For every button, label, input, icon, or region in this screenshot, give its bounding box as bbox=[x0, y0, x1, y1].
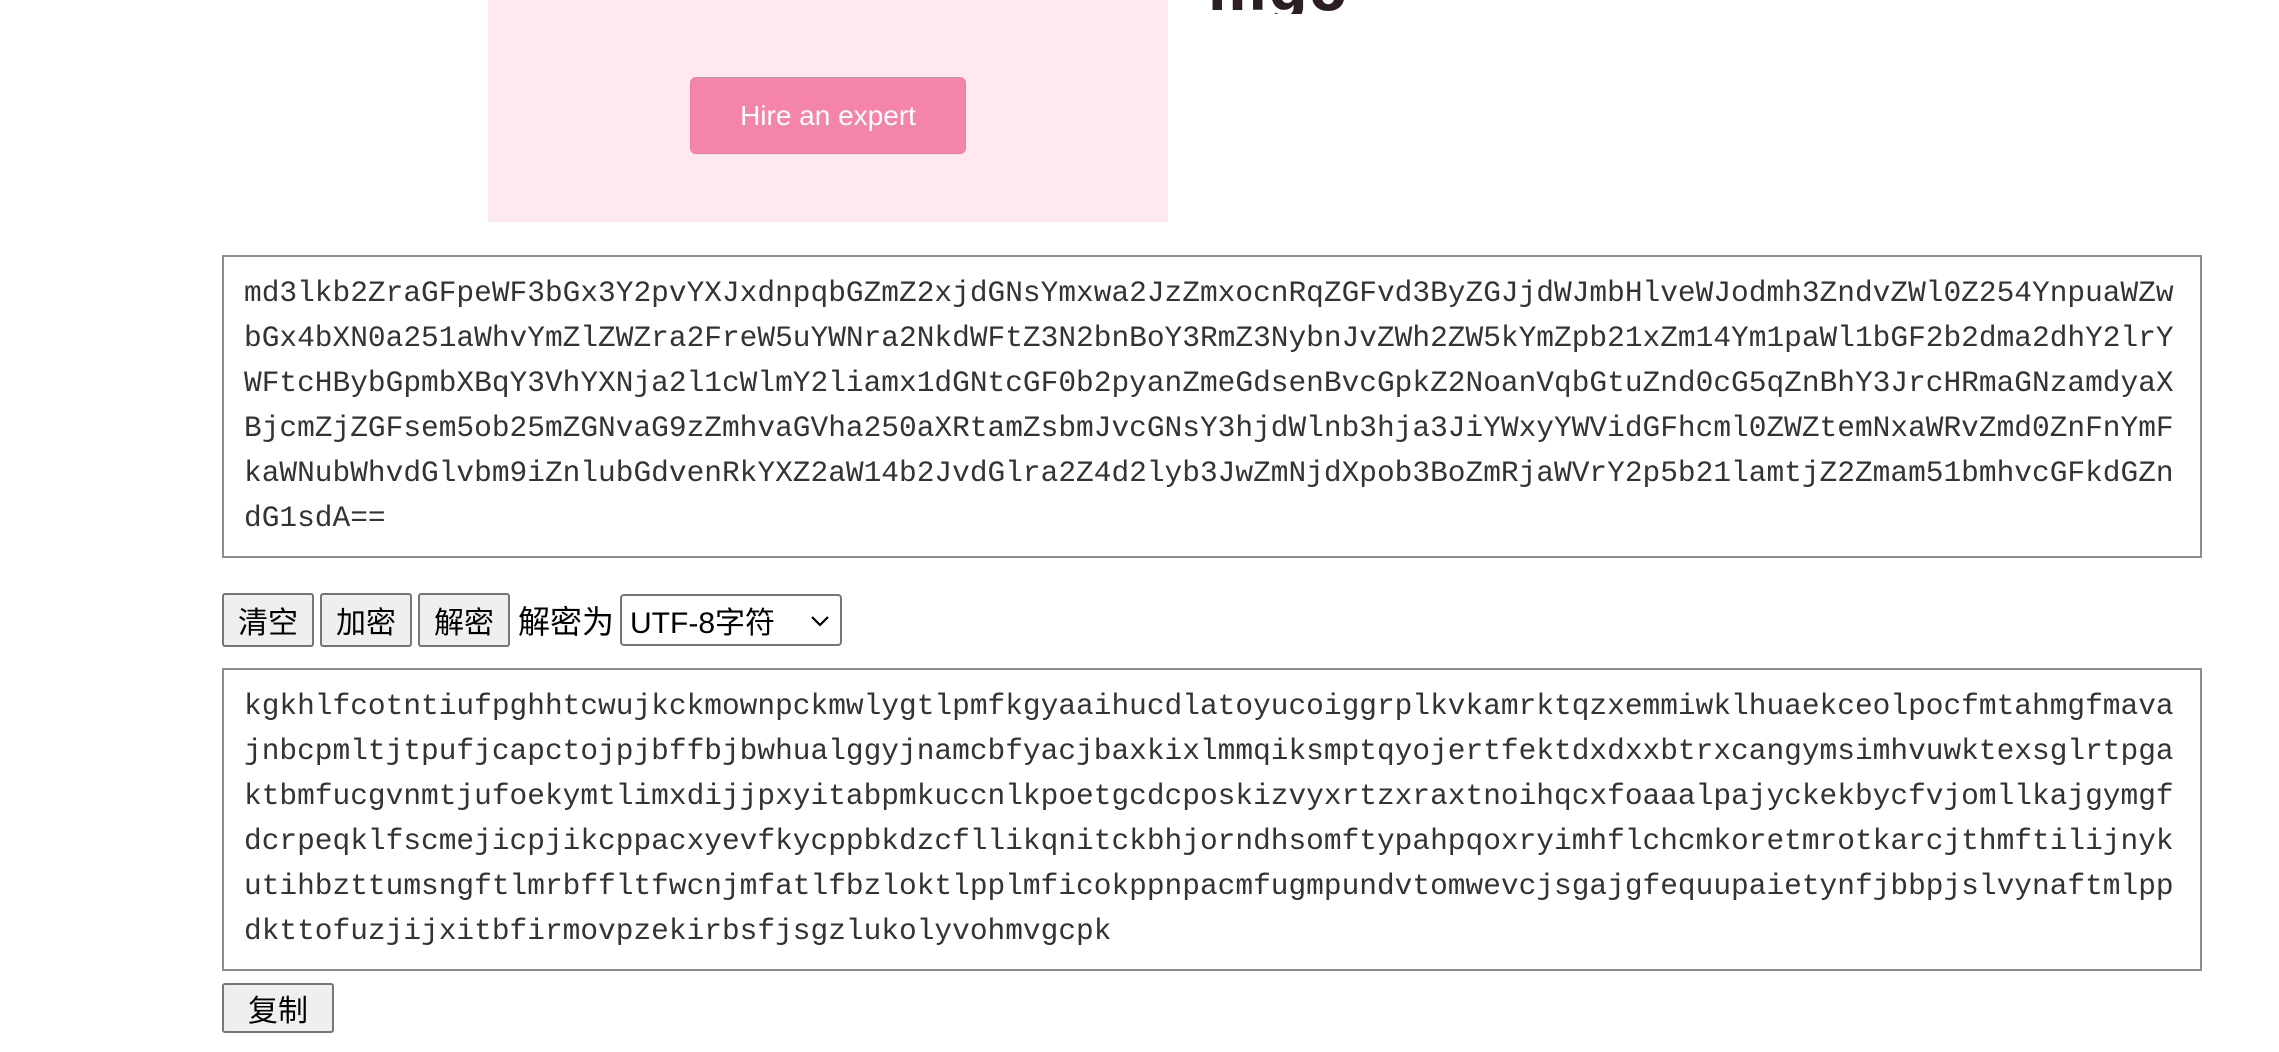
hire-expert-button[interactable]: Hire an expert bbox=[690, 77, 966, 154]
encrypt-button[interactable]: 加密 bbox=[320, 593, 412, 647]
ad-partial-heading: nigo bbox=[1208, 0, 1468, 14]
charset-selected-value: UTF-8字符 bbox=[630, 607, 776, 640]
advertisement-banner: nigo Hire an expert bbox=[488, 0, 1347, 222]
clear-button[interactable]: 清空 bbox=[222, 593, 314, 647]
chevron-down-icon bbox=[810, 607, 830, 633]
copy-button[interactable]: 复制 bbox=[222, 983, 334, 1033]
decrypt-button[interactable]: 解密 bbox=[418, 593, 510, 647]
decrypt-as-label: 解密为 bbox=[518, 603, 615, 641]
output-textarea[interactable]: kgkhlfcotntiufpghhtcwujkckmownpckmwlygtl… bbox=[222, 668, 2202, 971]
action-toolbar: 清空 加密 解密 解密为 UTF-8字符 bbox=[222, 592, 843, 648]
input-textarea[interactable]: md3lkb2ZraGFpeWF3bGx3Y2pvYXJxdnpqbGZmZ2x… bbox=[222, 255, 2202, 558]
charset-select[interactable]: UTF-8字符 bbox=[620, 594, 843, 646]
